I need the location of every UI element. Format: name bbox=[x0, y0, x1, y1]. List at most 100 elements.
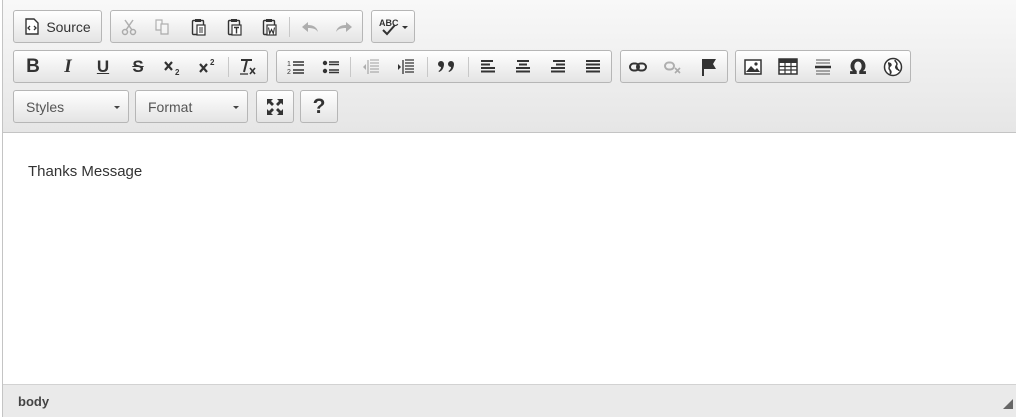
table-icon bbox=[778, 58, 798, 75]
iframe-icon bbox=[883, 57, 903, 76]
link-button[interactable] bbox=[625, 51, 651, 82]
subscript-button[interactable]: 2 bbox=[160, 51, 186, 82]
undo-button[interactable] bbox=[297, 11, 323, 42]
insert-group: Ω bbox=[735, 50, 911, 83]
toolbar-separator bbox=[289, 17, 290, 37]
italic-icon: I bbox=[64, 55, 72, 77]
horizontal-line-button[interactable] bbox=[810, 51, 836, 82]
format-dropdown[interactable]: Format bbox=[135, 90, 248, 123]
link-icon bbox=[629, 62, 647, 71]
resize-handle-icon[interactable] bbox=[1003, 399, 1013, 409]
unlink-icon bbox=[664, 61, 681, 74]
source-icon bbox=[25, 18, 40, 35]
help-group: ? bbox=[300, 90, 338, 123]
chevron-down-icon bbox=[114, 106, 120, 109]
image-button[interactable] bbox=[740, 51, 766, 82]
help-button[interactable]: ? bbox=[301, 91, 337, 122]
remove-format-icon bbox=[240, 58, 256, 75]
source-label: Source bbox=[46, 18, 91, 35]
cut-button[interactable] bbox=[116, 11, 142, 42]
subscript-icon: 2 bbox=[164, 60, 180, 76]
rich-text-editor: Source ABC B I U S 2 2 1 2 Ω Styles Form… bbox=[2, 0, 1016, 417]
styles-dropdown[interactable]: Styles bbox=[13, 90, 129, 123]
spellcheck-group: ABC bbox=[371, 10, 415, 43]
source-button[interactable]: Source bbox=[14, 11, 101, 42]
justify-button[interactable] bbox=[580, 51, 606, 82]
iframe-button[interactable] bbox=[880, 51, 906, 82]
horizontal-line-icon bbox=[815, 59, 831, 74]
paste-text-icon bbox=[227, 18, 242, 36]
align-left-button[interactable] bbox=[475, 51, 501, 82]
align-center-icon bbox=[516, 60, 530, 73]
italic-button[interactable]: I bbox=[55, 51, 81, 82]
copy-button[interactable] bbox=[149, 11, 175, 42]
clipboard-group bbox=[110, 10, 363, 43]
underline-icon: U bbox=[96, 56, 110, 76]
redo-button[interactable] bbox=[331, 11, 357, 42]
indent-icon bbox=[398, 58, 414, 74]
links-group bbox=[620, 50, 728, 83]
toolbar-separator bbox=[427, 57, 428, 77]
redo-icon bbox=[336, 21, 352, 32]
blockquote-button[interactable] bbox=[434, 51, 460, 82]
image-icon bbox=[744, 58, 762, 75]
styles-dropdown-label: Styles bbox=[26, 99, 65, 115]
strikethrough-icon: S bbox=[132, 56, 144, 76]
maximize-button[interactable] bbox=[257, 91, 293, 122]
align-right-icon bbox=[551, 60, 565, 73]
element-path-body[interactable]: body bbox=[18, 394, 49, 409]
underline-button[interactable]: U bbox=[90, 51, 116, 82]
copy-icon bbox=[155, 18, 169, 35]
anchor-icon bbox=[702, 58, 716, 76]
outdent-icon bbox=[363, 58, 379, 74]
outdent-button[interactable] bbox=[358, 51, 384, 82]
spellcheck-icon: ABC bbox=[379, 18, 408, 35]
format-dropdown-label: Format bbox=[148, 99, 193, 115]
indent-button[interactable] bbox=[393, 51, 419, 82]
toolbar-separator bbox=[228, 57, 229, 77]
bold-button[interactable]: B bbox=[20, 51, 46, 82]
bulleted-list-button[interactable] bbox=[318, 51, 344, 82]
cut-icon bbox=[121, 19, 137, 35]
maximize-group bbox=[256, 90, 294, 123]
svg-text:2: 2 bbox=[287, 69, 291, 75]
align-left-icon bbox=[481, 60, 495, 73]
blockquote-icon bbox=[438, 60, 454, 72]
source-group: Source bbox=[13, 10, 102, 43]
bold-icon: B bbox=[26, 55, 40, 77]
content-text[interactable]: Thanks Message bbox=[28, 163, 142, 180]
svg-text:2: 2 bbox=[175, 68, 180, 76]
bulleted-list-icon bbox=[322, 60, 339, 73]
toolbar: Source ABC B I U S 2 2 1 2 Ω Styles Form… bbox=[3, 0, 1016, 133]
svg-text:ABC: ABC bbox=[379, 18, 399, 28]
svg-text:1: 1 bbox=[287, 61, 291, 68]
remove-format-button[interactable] bbox=[235, 51, 261, 82]
unlink-button[interactable] bbox=[660, 51, 686, 82]
paste-text-button[interactable] bbox=[222, 11, 248, 42]
paragraph-group: 1 2 bbox=[276, 50, 612, 83]
svg-text:2: 2 bbox=[210, 58, 215, 67]
justify-icon bbox=[586, 60, 600, 73]
anchor-button[interactable] bbox=[696, 51, 722, 82]
special-char-icon: Ω bbox=[849, 54, 867, 79]
paste-icon bbox=[191, 18, 206, 36]
spellcheck-button[interactable]: ABC bbox=[372, 11, 414, 42]
editor-content-area[interactable]: Thanks Message bbox=[3, 133, 1016, 384]
numbered-list-icon: 1 2 bbox=[287, 61, 304, 75]
status-bar: body bbox=[3, 384, 1016, 417]
table-button[interactable] bbox=[775, 51, 801, 82]
paste-button[interactable] bbox=[186, 11, 212, 42]
paste-word-icon bbox=[262, 18, 277, 36]
paste-word-button[interactable] bbox=[257, 11, 283, 42]
special-char-button[interactable]: Ω bbox=[845, 51, 871, 82]
strikethrough-button[interactable]: S bbox=[125, 51, 151, 82]
basicstyles-group: B I U S 2 2 bbox=[13, 50, 268, 83]
toolbar-separator bbox=[468, 57, 469, 77]
toolbar-separator bbox=[350, 57, 351, 77]
align-center-button[interactable] bbox=[510, 51, 536, 82]
superscript-button[interactable]: 2 bbox=[195, 51, 221, 82]
numbered-list-button[interactable]: 1 2 bbox=[283, 51, 309, 82]
align-right-button[interactable] bbox=[545, 51, 571, 82]
undo-icon bbox=[302, 21, 318, 32]
superscript-icon: 2 bbox=[199, 58, 215, 73]
